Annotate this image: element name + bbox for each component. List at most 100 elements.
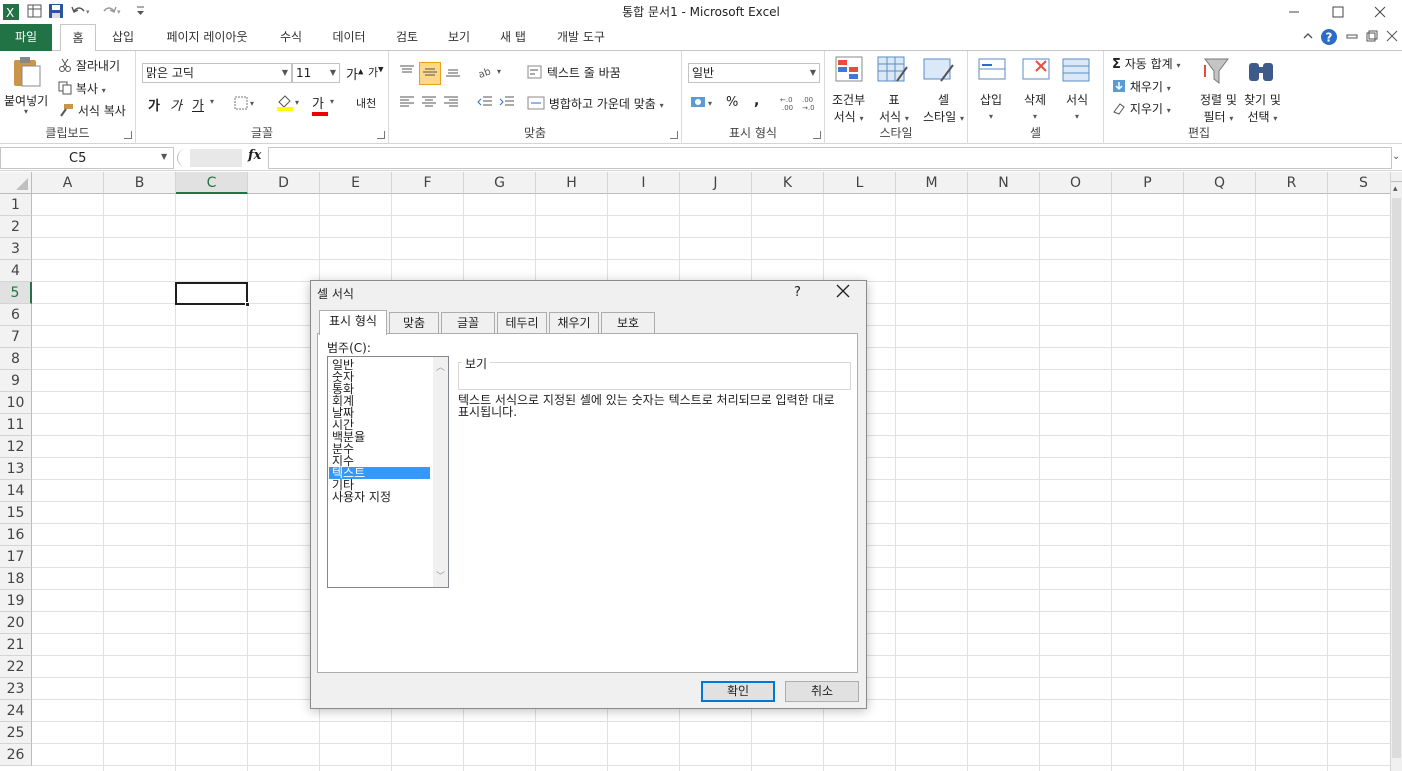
underline-button[interactable]: 가 [192,95,204,114]
tab-file[interactable]: 파일 [0,24,52,51]
column-header-q[interactable]: Q [1184,172,1256,194]
collapse-ribbon-icon[interactable] [1302,30,1314,45]
border-icon[interactable]: ▾ [234,95,260,114]
scroll-up-icon[interactable]: ▴ [1393,184,1398,194]
accounting-format-icon[interactable]: ▾ [690,94,718,113]
font-color-dropdown-icon[interactable]: ▾ [330,97,334,106]
ok-button[interactable]: 확인 [701,681,775,702]
number-format-dropdown-icon[interactable]: ▼ [810,64,816,82]
dialog-tab-protection[interactable]: 보호 [601,312,655,334]
font-size-combo[interactable]: 11 ▼ [292,63,340,83]
tab-review[interactable]: 검토 [388,24,426,51]
row-header-18[interactable]: 18 [0,568,32,590]
font-name-combo[interactable]: 맑은 고딕 ▼ [142,63,292,83]
format-cells-button[interactable]: 서식 ▾ [1066,91,1088,122]
format-table-button[interactable]: 표 서식 ▾ [879,91,909,125]
row-header-21[interactable]: 21 [0,634,32,656]
delete-cells-button[interactable]: 삭제 ▾ [1024,91,1046,122]
decrease-indent-icon[interactable] [477,95,493,112]
scroll-thumb[interactable] [1392,198,1401,758]
number-launcher-icon[interactable] [813,131,821,139]
category-item[interactable]: 사용자 지정 [332,491,391,503]
dialog-tab-number[interactable]: 표시 형식 [319,310,387,335]
select-all-corner[interactable] [0,172,32,194]
clear-button[interactable]: 지우기 ▾ [1112,100,1171,118]
tab-formulas[interactable]: 수식 [272,24,310,51]
column-header-o[interactable]: O [1040,172,1112,194]
row-header-4[interactable]: 4 [0,260,32,282]
name-box-dropdown-icon[interactable]: ▼ [161,152,167,161]
font-size-dropdown-icon[interactable]: ▼ [330,64,336,82]
row-header-9[interactable]: 9 [0,370,32,392]
font-launcher-icon[interactable] [377,131,385,139]
column-header-h[interactable]: H [536,172,608,194]
row-header-16[interactable]: 16 [0,524,32,546]
category-scroll-down-icon[interactable]: ﹀ [436,569,445,582]
column-header-n[interactable]: N [968,172,1040,194]
row-header-20[interactable]: 20 [0,612,32,634]
italic-button[interactable]: 가 [170,95,182,114]
vertical-scrollbar[interactable]: ▴ [1390,172,1402,771]
column-header-f[interactable]: F [392,172,464,194]
column-header-r[interactable]: R [1256,172,1328,194]
conditional-format-icon[interactable] [835,55,865,90]
column-header-l[interactable]: L [824,172,896,194]
row-header-19[interactable]: 19 [0,590,32,612]
formula-input[interactable] [268,147,1392,169]
close-button[interactable] [1358,0,1402,24]
paste-icon[interactable] [10,55,44,92]
percent-button[interactable]: % [726,95,738,110]
fill-color-icon[interactable]: ▾ [276,93,302,114]
autosum-button[interactable]: Σ 자동 합계 ▾ [1112,55,1181,72]
dialog-tab-border[interactable]: 테두리 [497,312,547,334]
dialog-help-button[interactable]: ? [794,285,801,300]
align-bottom-icon[interactable] [445,64,461,81]
active-cell-c5[interactable] [175,282,248,305]
column-header-c[interactable]: C [176,172,248,194]
row-header-6[interactable]: 6 [0,304,32,326]
row-header-7[interactable]: 7 [0,326,32,348]
row-header-2[interactable]: 2 [0,216,32,238]
insert-cells-icon[interactable] [978,55,1010,90]
split-box-icon[interactable] [1391,172,1402,182]
row-header-10[interactable]: 10 [0,392,32,414]
dialog-tab-alignment[interactable]: 맞춤 [389,312,439,334]
sort-filter-button[interactable]: 정렬 및 필터 ▾ [1200,91,1237,125]
shrink-font-icon[interactable]: 가▼ [368,64,384,80]
row-header-15[interactable]: 15 [0,502,32,524]
category-list[interactable]: 일반 숫자 통화 회계 날짜 시간 백분율 분수 지수 텍스트 기타 사용자 지정 ︿ ﹀ [327,356,449,588]
column-header-d[interactable]: D [248,172,320,194]
align-right-icon[interactable] [443,95,459,112]
maximize-button[interactable] [1316,0,1360,24]
align-center-icon[interactable] [421,95,437,112]
format-cells-icon[interactable] [1062,55,1094,90]
help-icon[interactable]: ? [1320,28,1338,49]
workbook-minimize-icon[interactable] [1346,30,1358,45]
tab-page-layout[interactable]: 페이지 레이아웃 [156,24,258,51]
cut-button[interactable]: 잘라내기 [58,57,120,75]
column-header-i[interactable]: I [608,172,680,194]
alignment-launcher-icon[interactable] [670,131,678,139]
column-header-e[interactable]: E [320,172,392,194]
row-header-25[interactable]: 25 [0,722,32,744]
tab-developer[interactable]: 개발 도구 [548,24,614,51]
column-header-g[interactable]: G [464,172,536,194]
tab-home[interactable]: 홈 [60,24,96,52]
column-header-m[interactable]: M [896,172,968,194]
name-box[interactable]: C5 ▼ [0,147,174,169]
row-header-12[interactable]: 12 [0,436,32,458]
font-name-dropdown-icon[interactable]: ▼ [282,64,288,82]
font-color-button[interactable]: 가 [312,93,328,116]
column-header-b[interactable]: B [104,172,176,194]
row-header-26[interactable]: 26 [0,744,32,766]
sort-filter-icon[interactable] [1202,55,1234,90]
align-top-icon[interactable] [399,64,415,81]
workbook-restore-icon[interactable] [1366,30,1378,45]
comma-button[interactable]: , [754,93,759,109]
insert-function-icon[interactable]: fx [248,148,261,163]
format-table-icon[interactable] [877,55,909,90]
column-header-s[interactable]: S [1328,172,1390,194]
row-header-24[interactable]: 24 [0,700,32,722]
align-middle-icon[interactable] [419,62,441,85]
fill-button[interactable]: 채우기 ▾ [1112,78,1171,96]
